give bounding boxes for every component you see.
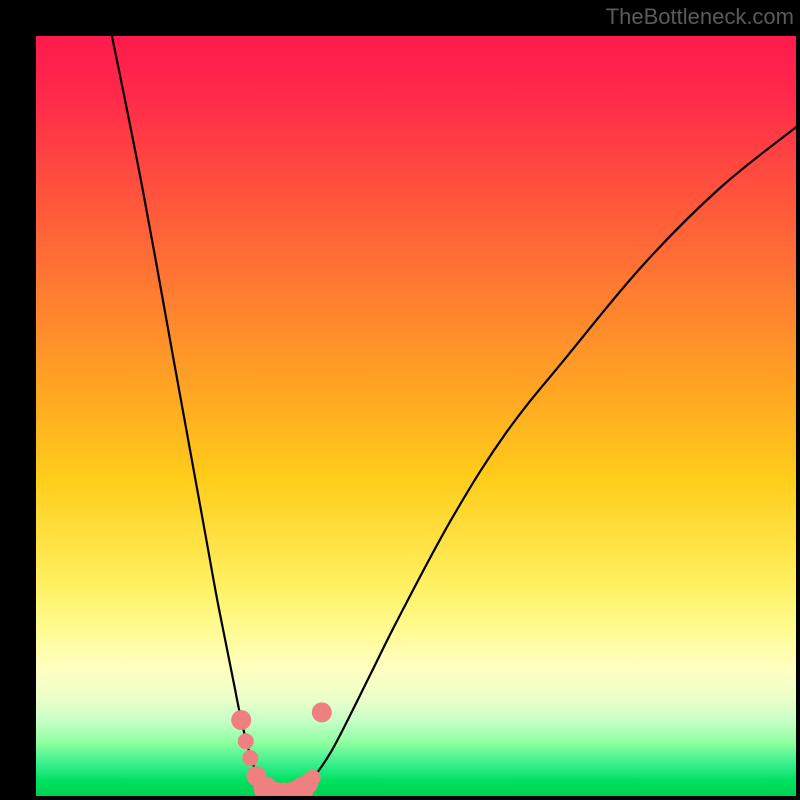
curve-layer (112, 36, 796, 795)
plot-area (36, 36, 796, 796)
chart-frame: TheBottleneck.com (0, 0, 800, 800)
bottleneck-curve (112, 36, 796, 795)
watermark-text: TheBottleneck.com (606, 4, 794, 30)
highlight-point (238, 733, 254, 749)
highlight-point (242, 750, 258, 766)
chart-svg (36, 36, 796, 796)
highlight-markers (231, 702, 332, 796)
highlight-point (312, 702, 332, 722)
highlight-point (231, 710, 251, 730)
highlight-point (305, 770, 321, 786)
